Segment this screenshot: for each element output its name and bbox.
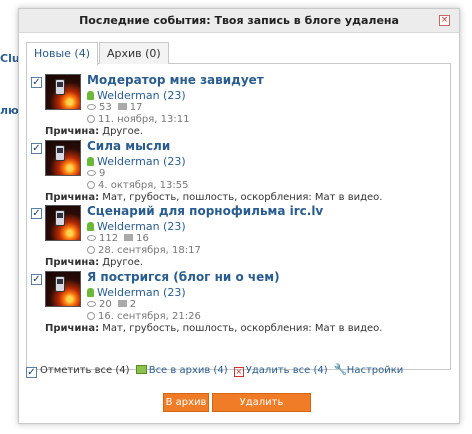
user-row: Welderman (23) — [87, 155, 186, 168]
user-icon — [87, 91, 94, 100]
post-date: 4. октября, 13:55 — [98, 180, 189, 191]
post-title-link[interactable]: Я постригся (блог ни о чем) — [87, 270, 280, 284]
user-link[interactable]: Welderman (23) — [97, 286, 186, 299]
reason-text: Причина: Другое. — [45, 257, 143, 268]
reason-value: Другое. — [102, 257, 144, 268]
avatar[interactable] — [45, 205, 81, 241]
views-count: 53 — [99, 102, 112, 113]
clock-icon — [87, 181, 95, 189]
user-icon — [87, 222, 94, 231]
post-date: 16. сентября, 21:26 — [98, 311, 201, 322]
delete-all-link[interactable]: Удалить все (4) — [246, 365, 328, 376]
reason-label: Причина: — [45, 257, 100, 268]
user-row: Welderman (23) — [87, 89, 186, 102]
eye-icon — [87, 235, 96, 241]
tab-bar: Новые (4) Архив (0) — [26, 42, 451, 65]
list-item: ✓ Сценарий для порнофильма irc.lv Welder… — [31, 204, 451, 271]
avatar[interactable] — [45, 74, 81, 110]
delete-icon: × — [233, 367, 244, 377]
stats-row: 112 16 — [87, 233, 149, 244]
comments-count: 2 — [129, 299, 137, 310]
reason-value: Другое. — [102, 126, 144, 137]
list-item: ✓ Модератор мне завидует Welderman (23) … — [31, 73, 451, 140]
tab-new[interactable]: Новые (4) — [26, 42, 99, 65]
user-row: Welderman (23) — [87, 220, 186, 233]
avatar[interactable] — [45, 140, 81, 176]
archive-button[interactable]: В архив — [163, 393, 209, 412]
date-row: 16. сентября, 21:26 — [87, 311, 201, 322]
bulk-actions: ✓ Отметить все (4) Все в архив (4) × Удали… — [26, 363, 406, 378]
post-date: 28. сентября, 18:17 — [98, 245, 201, 256]
list-item: ✓ Сила мысли Welderman (23) 9 4. октября… — [31, 139, 451, 206]
item-checkbox[interactable]: ✓ — [31, 274, 42, 285]
item-checkbox[interactable]: ✓ — [31, 143, 42, 154]
user-link[interactable]: Welderman (23) — [97, 220, 186, 233]
item-checkbox[interactable]: ✓ — [31, 77, 42, 88]
stats-row: 9 — [87, 168, 105, 179]
user-icon — [87, 157, 94, 166]
date-row: 4. октября, 13:55 — [87, 180, 188, 191]
views-count: 112 — [99, 233, 119, 244]
post-title-link[interactable]: Сценарий для порнофильма irc.lv — [87, 204, 323, 218]
post-title-link[interactable]: Модератор мне завидует — [87, 73, 264, 87]
user-link[interactable]: Welderman (23) — [97, 155, 186, 168]
archive-all-link[interactable]: Все в архив (4) — [149, 365, 228, 376]
reason-value: Мат, грубость, пошлость, оскорбления: Ма… — [102, 192, 383, 203]
user-icon — [87, 288, 94, 297]
eye-icon — [87, 170, 96, 176]
user-link[interactable]: Welderman (23) — [97, 89, 186, 102]
date-row: 11. ноября, 13:11 — [87, 114, 189, 125]
dialog-titlebar: Последние события: Твоя запись в блоге у… — [19, 9, 459, 33]
tab-archive[interactable]: Архив (0) — [99, 42, 169, 64]
comment-icon — [117, 103, 127, 110]
reason-text: Причина: Другое. — [45, 126, 143, 137]
select-all-checkbox[interactable]: ✓ — [26, 367, 37, 378]
reason-label: Причина: — [45, 126, 100, 137]
comments-count: 16 — [136, 233, 149, 244]
stats-row: 53 17 — [87, 102, 142, 113]
reason-label: Причина: — [45, 323, 100, 334]
list-item: ✓ Я постригся (блог ни о чем) Welderman … — [31, 270, 451, 337]
comments-count: 17 — [129, 102, 143, 113]
user-row: Welderman (23) — [87, 286, 186, 299]
item-checkbox[interactable]: ✓ — [31, 208, 42, 219]
events-dialog: Последние события: Твоя запись в блоге у… — [18, 8, 460, 425]
events-list: ✓ Модератор мне завидует Welderman (23) … — [26, 64, 451, 370]
reason-text: Причина: Мат, грубость, пошлость, оскорб… — [45, 323, 382, 334]
clock-icon — [87, 246, 95, 254]
post-title-link[interactable]: Сила мысли — [87, 139, 170, 153]
date-row: 28. сентября, 18:17 — [87, 245, 201, 256]
post-date: 11. ноября, 13:11 — [98, 114, 190, 125]
settings-link[interactable]: Настройки — [347, 365, 403, 376]
reason-value: Мат, грубость, пошлость, оскорбления: Ма… — [102, 323, 383, 334]
delete-selected-button[interactable]: Удалить отмеченные — [212, 393, 311, 425]
select-all-label[interactable]: Отметить все (4) — [40, 365, 130, 376]
close-icon[interactable]: × — [439, 15, 450, 26]
eye-icon — [87, 104, 96, 110]
dialog-title: Последние события: Твоя запись в блоге у… — [79, 14, 399, 27]
views-count: 20 — [99, 299, 112, 310]
views-count: 9 — [99, 168, 106, 179]
clock-icon — [87, 115, 95, 123]
wrench-icon: 🔧 — [333, 363, 348, 376]
avatar[interactable] — [45, 271, 81, 307]
reason-label: Причина: — [45, 192, 100, 203]
comment-icon — [124, 234, 134, 241]
clock-icon — [87, 312, 95, 320]
archive-icon — [135, 365, 147, 374]
eye-icon — [87, 301, 96, 307]
reason-text: Причина: Мат, грубость, пошлость, оскорб… — [45, 192, 382, 203]
comment-icon — [117, 300, 127, 307]
stats-row: 20 2 — [87, 299, 136, 310]
